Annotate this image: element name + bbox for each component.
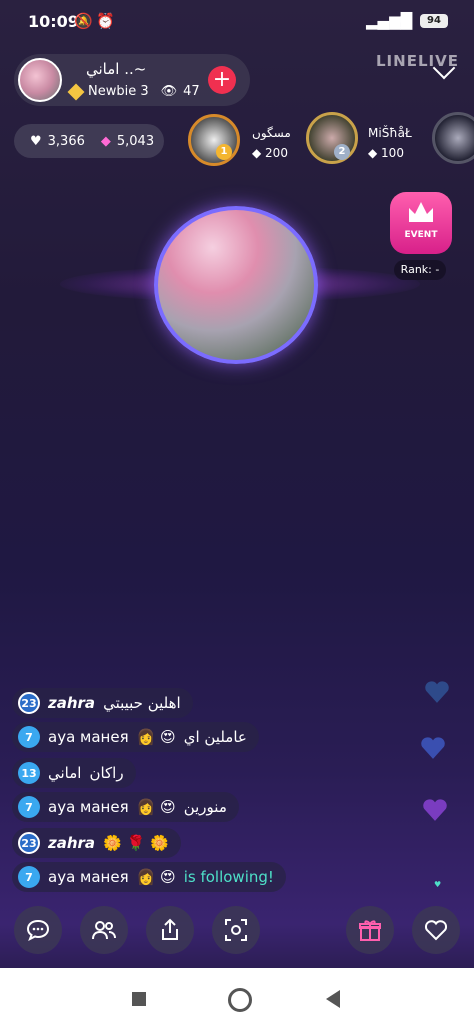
back-icon[interactable] <box>326 990 340 1008</box>
gift-button[interactable] <box>346 906 394 954</box>
crown-icon <box>409 202 433 222</box>
avatar-emoji-icon: 👩 😍 <box>136 798 176 816</box>
chat-follow-text: is following! <box>183 868 274 886</box>
alarm-icon: ⏰ <box>96 12 115 30</box>
home-icon[interactable] <box>228 988 252 1012</box>
hearts-count: 3,366 <box>47 133 85 149</box>
level-badge: 13 <box>18 762 40 784</box>
chat-username[interactable]: aya манея <box>48 868 129 886</box>
gifter-score: ◆ 200 <box>252 146 288 160</box>
chat-username[interactable]: اماني <box>48 764 81 782</box>
gifter-name: MiŠħåŁ <box>368 126 412 140</box>
viewers-button[interactable] <box>80 906 128 954</box>
host-profile-pill[interactable]: اماني ..~ Newbie 3 👁 47 + <box>14 54 250 106</box>
gifter-avatar[interactable] <box>306 112 358 164</box>
level-badge: 7 <box>18 866 40 888</box>
chat-text: اهلين حبيبتي <box>103 694 181 712</box>
gifter-3-avatar[interactable] <box>432 112 474 164</box>
host-rank-row: Newbie 3 👁 47 <box>67 83 200 100</box>
avatar-emoji-icon: 👩 😍 <box>136 728 176 746</box>
gifter-name: مسگوں <box>252 126 291 140</box>
gifter-score: ◆ 100 <box>368 146 404 160</box>
status-time: 10:09 <box>28 12 79 31</box>
rank-badge: 2 <box>334 144 350 160</box>
share-icon <box>162 918 178 940</box>
recents-icon[interactable] <box>132 992 146 1006</box>
capture-icon <box>225 919 247 941</box>
event-rank: Rank: - <box>394 260 446 280</box>
rank-diamond-icon <box>67 83 85 100</box>
chat-message: 23 zahra اهلين حبيبتي <box>12 688 193 718</box>
chat-bubble-icon <box>26 919 50 941</box>
floating-heart-icon <box>425 681 449 703</box>
rank-badge: 1 <box>216 144 232 160</box>
chat-button[interactable] <box>14 906 62 954</box>
chat-message: 13 اماني راكان <box>12 758 136 788</box>
heart-icon: ♥ <box>30 133 42 149</box>
chat-message: 7 aya манея 👩 😍 is following! <box>12 862 286 892</box>
chat-username[interactable]: aya манея <box>48 728 129 746</box>
gem-icon: ◆ <box>100 133 111 149</box>
gifter-avatar[interactable] <box>188 114 240 166</box>
battery-indicator: 94 <box>420 14 448 28</box>
flower-emoji-icon: 🌼 🌹 🌼 <box>103 834 169 852</box>
stats-pill: ♥ 3,366 ◆ 5,043 <box>14 124 164 158</box>
chat-message: 7 aya манея 👩 😍 عاملين اي <box>12 722 259 752</box>
level-badge: 7 <box>18 796 40 818</box>
level-badge: 7 <box>18 726 40 748</box>
people-icon <box>92 921 116 940</box>
avatar-emoji-icon: 👩 😍 <box>136 868 176 886</box>
chat-text: عاملين اي <box>183 728 247 746</box>
chat-text: منورين <box>183 798 227 816</box>
host-main-avatar[interactable] <box>154 206 318 364</box>
floating-heart-icon <box>421 737 445 759</box>
host-avatar[interactable] <box>18 58 62 102</box>
event-button[interactable]: EVENT <box>390 192 452 254</box>
level-badge: 23 <box>18 832 40 854</box>
chat-username[interactable]: aya манея <box>48 798 129 816</box>
chat-username[interactable]: zahra <box>48 834 95 852</box>
like-button[interactable] <box>412 906 460 954</box>
follow-plus-button[interactable]: + <box>208 66 236 94</box>
floating-heart-icon <box>423 799 447 821</box>
viewer-count: 47 <box>183 84 200 99</box>
host-rank: Newbie 3 <box>88 84 149 99</box>
share-button[interactable] <box>146 906 194 954</box>
notification-off-icon: 🔕 <box>74 12 93 30</box>
host-name: اماني ..~ <box>86 60 147 78</box>
heart-outline-icon <box>424 920 448 941</box>
screenshot-button[interactable] <box>212 906 260 954</box>
gift-icon <box>359 920 381 941</box>
chat-message: 23 zahra 🌼 🌹 🌼 <box>12 828 181 858</box>
level-badge: 23 <box>18 692 40 714</box>
event-label: EVENT <box>404 230 438 240</box>
eye-icon: 👁 <box>160 84 178 99</box>
chat-message: 7 aya манея 👩 😍 منورين <box>12 792 239 822</box>
status-bar: 10:09 🔕 ⏰ ▂▄▆█ ◔ 94 <box>0 0 474 44</box>
wifi-icon: ◔ <box>394 12 408 30</box>
small-heart-icon: ♥ <box>434 880 442 889</box>
gems-count: 5,043 <box>116 133 155 149</box>
chat-username[interactable]: zahra <box>48 694 95 712</box>
chat-text: راكان <box>89 764 124 782</box>
